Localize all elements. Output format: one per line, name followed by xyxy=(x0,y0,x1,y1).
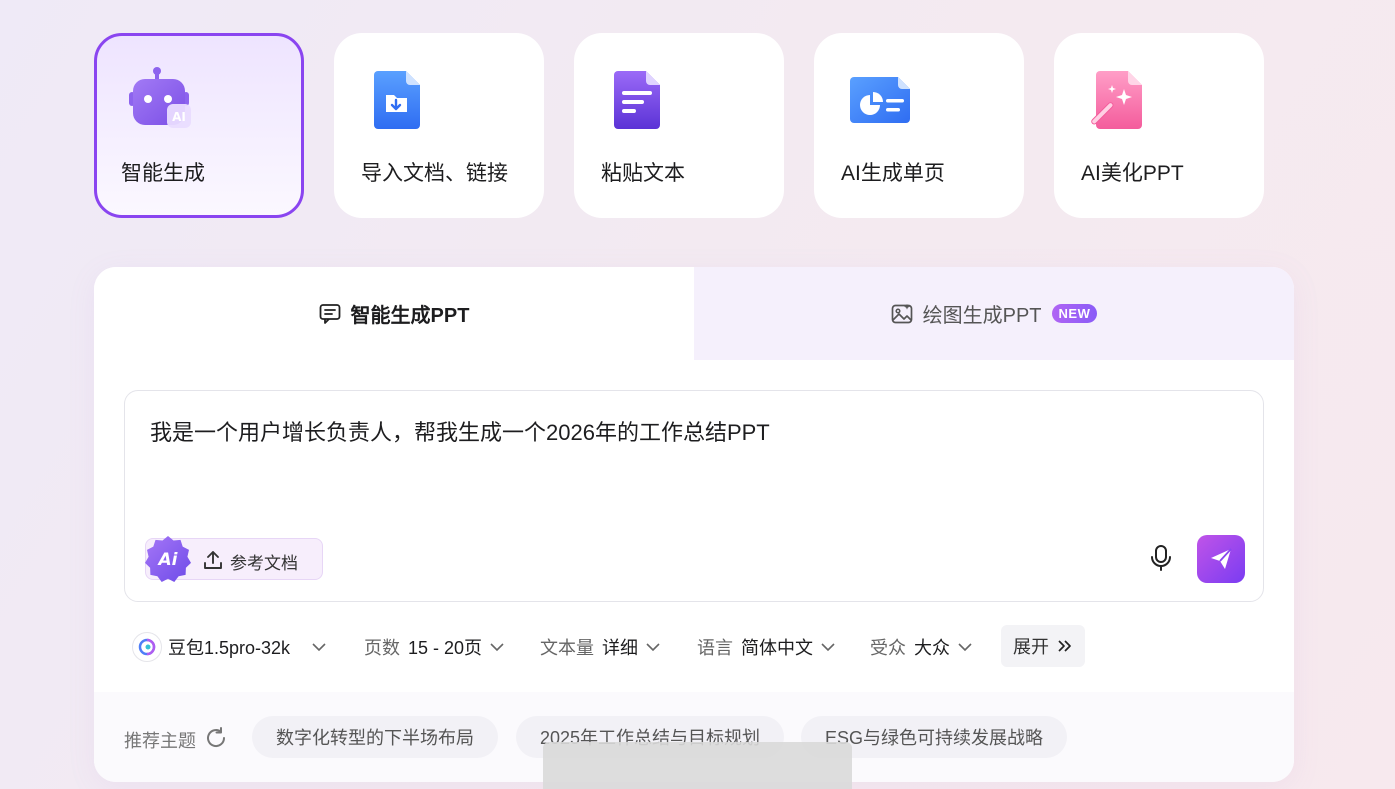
ai-seal-icon: Ai xyxy=(145,536,191,582)
mode-card-label: 导入文档、链接 xyxy=(361,162,508,185)
tab-label: 智能生成PPT xyxy=(350,305,470,327)
chat-icon xyxy=(319,303,341,325)
tab-draw-generate-ppt[interactable]: 绘图生成PPT NEW xyxy=(694,267,1294,360)
expand-label: 展开 xyxy=(1013,637,1049,657)
image-icon xyxy=(891,303,913,325)
chevron-down-icon xyxy=(490,643,504,652)
mode-card-label: AI美化PPT xyxy=(1081,162,1184,185)
language-key: 语言 xyxy=(697,638,733,658)
chevron-down-icon xyxy=(646,643,660,652)
language-value: 简体中文 xyxy=(741,638,813,658)
mode-card-label: AI生成单页 xyxy=(841,162,945,185)
text-amount-select[interactable]: 文本量 详细 xyxy=(540,625,660,669)
pages-key: 页数 xyxy=(364,638,400,658)
double-chevron-right-icon xyxy=(1058,640,1071,652)
mode-card-label: 智能生成 xyxy=(121,162,205,185)
import-document-icon xyxy=(370,67,436,133)
chevron-down-icon xyxy=(821,643,835,652)
robot-ai-icon: AI xyxy=(127,66,193,132)
reference-document-label: 参考文档 xyxy=(230,554,298,573)
text-amount-key: 文本量 xyxy=(540,638,594,658)
doubao-model-icon xyxy=(132,632,162,662)
audience-value: 大众 xyxy=(914,638,950,658)
tab-label: 绘图生成PPT xyxy=(922,305,1042,327)
mode-card-label: 粘贴文本 xyxy=(601,162,685,185)
mode-card-import-document[interactable]: 导入文档、链接 xyxy=(334,33,544,218)
upload-icon xyxy=(204,551,222,569)
svg-text:AI: AI xyxy=(172,110,186,124)
mode-card-smart-generate[interactable]: AI 智能生成 xyxy=(94,33,304,218)
prompt-box: 我是一个用户增长负责人，帮我生成一个2026年的工作总结PPT Ai 参考文档 xyxy=(124,390,1264,602)
single-page-icon xyxy=(850,67,916,133)
paste-text-icon xyxy=(610,67,676,133)
model-name: 豆包1.5pro-32k xyxy=(168,638,291,658)
chevron-down-icon xyxy=(312,643,326,652)
audience-key: 受众 xyxy=(870,638,906,658)
refresh-icon[interactable] xyxy=(204,726,228,750)
model-select[interactable]: 豆包1.5pro-32k xyxy=(132,625,326,669)
beautify-wand-icon xyxy=(1090,67,1156,133)
pages-value: 15 - 20页 xyxy=(408,638,483,658)
prompt-input[interactable]: 我是一个用户增长负责人，帮我生成一个2026年的工作总结PPT xyxy=(150,415,1230,447)
microphone-icon[interactable] xyxy=(1149,544,1173,572)
chevron-down-icon xyxy=(958,643,972,652)
language-select[interactable]: 语言 简体中文 xyxy=(697,625,835,669)
audience-select[interactable]: 受众 大众 xyxy=(870,625,972,669)
pages-select[interactable]: 页数 15 - 20页 xyxy=(364,625,504,669)
generate-panel: 智能生成PPT 绘图生成PPT NEW 我是一个用户增长负责人，帮我生成一个20… xyxy=(94,267,1294,782)
recommend-label: 推荐主题 xyxy=(124,731,196,751)
mode-card-paste-text[interactable]: 粘贴文本 xyxy=(574,33,784,218)
topic-chip[interactable]: 数字化转型的下半场布局 xyxy=(252,716,498,758)
reference-document-button[interactable]: Ai 参考文档 xyxy=(145,536,323,582)
generation-options: 豆包1.5pro-32k 页数 15 - 20页 文本量 详细 语言 简体中文 … xyxy=(132,625,1272,669)
generate-tabs: 智能生成PPT 绘图生成PPT NEW xyxy=(94,267,1294,360)
ai-seal-text: Ai xyxy=(157,550,179,570)
send-icon xyxy=(1211,548,1232,569)
new-badge: NEW xyxy=(1051,304,1098,323)
expand-options-button[interactable]: 展开 xyxy=(1001,625,1085,667)
overlay-placeholder xyxy=(543,742,852,789)
mode-cards: AI 智能生成 导入文档、链接 粘贴文本 AI生成单页 AI美化PPT xyxy=(94,33,1264,218)
mode-card-beautify-ppt[interactable]: AI美化PPT xyxy=(1054,33,1264,218)
mode-card-single-page[interactable]: AI生成单页 xyxy=(814,33,1024,218)
tab-smart-generate-ppt[interactable]: 智能生成PPT xyxy=(94,267,694,360)
text-amount-value: 详细 xyxy=(602,638,638,658)
send-button[interactable] xyxy=(1197,535,1245,583)
